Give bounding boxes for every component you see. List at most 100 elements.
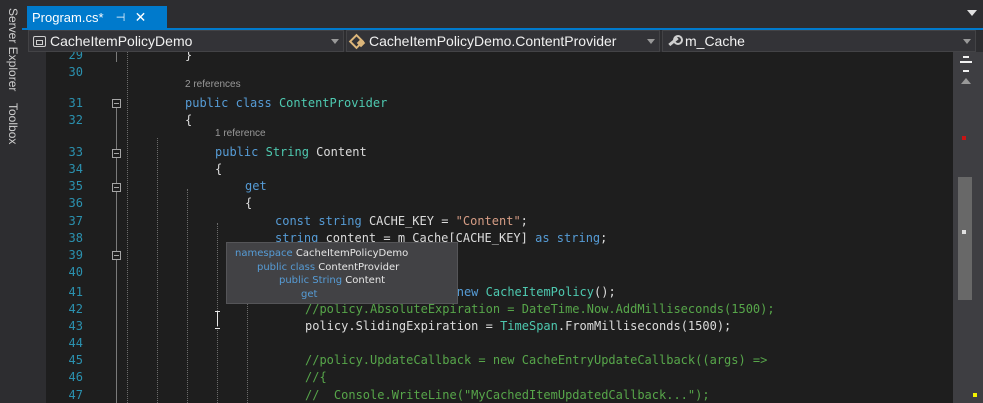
scroll-track[interactable] [956, 90, 980, 398]
code-line[interactable]: 31 2 references public class ContentProvid… [46, 79, 953, 112]
line-number: 46 [68, 370, 83, 384]
code-line[interactable]: 34 { [46, 161, 953, 178]
pin-icon[interactable]: ⊣ [114, 11, 128, 24]
code-token: new [456, 285, 479, 299]
code-line[interactable]: 40 [46, 264, 953, 281]
chevron-down-icon [647, 39, 655, 44]
code-token: string [318, 214, 362, 228]
close-icon[interactable]: ✕ [134, 9, 148, 26]
line-number: 34 [68, 162, 83, 176]
line-number: 47 [68, 388, 83, 402]
code-line[interactable]: 47 // Console.WriteLine("MyCachedItemUpda… [46, 387, 953, 403]
code-line[interactable]: 44 [46, 335, 953, 352]
indent-guide [157, 138, 158, 403]
code-token: { [185, 113, 193, 127]
server-explorer-tab[interactable]: Server Explorer [2, 8, 20, 91]
code-line[interactable]: 39 [46, 247, 953, 264]
collapse-icon[interactable] [112, 251, 121, 260]
code-line[interactable]: 30 [46, 64, 953, 81]
code-token: policy.SlidingExpiration = [305, 319, 501, 333]
line-number: 45 [68, 353, 83, 367]
code-token: { [245, 196, 253, 210]
code-token: //policy.AbsoluteExpiration = DateTime.N… [305, 302, 775, 316]
code-line[interactable]: 33 1 reference public String Content [46, 128, 953, 161]
chevron-down-icon [963, 39, 971, 44]
code-text: get [245, 178, 267, 195]
code-line[interactable]: 36 { [46, 195, 953, 212]
line-number: 33 [68, 145, 83, 159]
tab-overflow-icon[interactable] [967, 10, 977, 16]
code-text: //{ [305, 369, 327, 386]
collapse-icon[interactable] [112, 183, 121, 192]
code-line[interactable]: 43 policy.SlidingExpiration = TimeSpan.Fr… [46, 318, 953, 335]
caret-position-marker [962, 230, 966, 234]
code-token: ; [520, 214, 528, 228]
error-marker [962, 136, 966, 140]
tooltip-keyword: public String [279, 275, 343, 286]
project-dropdown-label: CacheItemPolicyDemo [50, 33, 193, 49]
code-text: //policy.UpdateCallback = new CacheEntry… [305, 352, 767, 369]
codelens-references[interactable]: 2 references [185, 79, 241, 91]
code-line[interactable]: 41 y = new CacheItemPolicy(); [46, 284, 953, 301]
code-token: TimeSpan [500, 319, 558, 333]
code-line[interactable]: 32 { [46, 112, 953, 129]
scroll-up-icon[interactable] [961, 78, 971, 84]
code-token: (); [594, 285, 616, 299]
code-line[interactable]: 45 //policy.UpdateCallback = new CacheEnt… [46, 352, 953, 369]
tab-program-cs[interactable]: Program.cs* ⊣ ✕ [27, 6, 167, 28]
code-token: CACHE_KEY = [361, 214, 456, 228]
code-token: as [535, 231, 550, 245]
line-number: 36 [68, 196, 83, 210]
code-token: ; [600, 231, 608, 245]
line-number: 30 [68, 65, 83, 79]
line-number: 32 [68, 113, 83, 127]
collapse-icon[interactable] [112, 149, 121, 158]
code-token: ContentProvider [278, 96, 388, 110]
code-text: { [215, 161, 222, 178]
code-line[interactable]: 46 //{ [46, 369, 953, 386]
code-line[interactable]: 38 string content = m_Cache[CACHE_KEY] as… [46, 230, 953, 247]
code-token: get [245, 179, 267, 193]
class-icon [351, 35, 365, 47]
code-token: //{ [305, 370, 327, 384]
line-number: 42 [68, 302, 83, 316]
chevron-down-icon [331, 39, 339, 44]
outline-line [116, 52, 117, 62]
code-token: // Console.WriteLine("MyCachedItemUpdate… [305, 388, 710, 402]
code-line[interactable]: 37 const string CACHE_KEY = "Content"; [46, 213, 953, 230]
csharp-project-icon [33, 35, 46, 47]
split-editor-icon[interactable] [960, 56, 972, 72]
code-token: const [275, 214, 312, 228]
tooltip-keyword: public class [257, 261, 316, 273]
toolbox-tab[interactable]: Toolbox [2, 103, 20, 144]
tooltip-scope-line: public class ContentProvider [235, 261, 449, 275]
tooltip-keyword: get [301, 288, 318, 300]
project-dropdown[interactable]: CacheItemPolicyDemo [28, 30, 344, 52]
tooltip-name: CacheItemPolicyDemo [292, 248, 409, 259]
codelens-references[interactable]: 1 reference [215, 128, 266, 140]
code-line[interactable]: 42 //policy.AbsoluteExpiration = DateTime… [46, 301, 953, 318]
code-token: Content [308, 145, 367, 159]
navigation-bar: CacheItemPolicyDemo CacheItemPolicyDemo.… [22, 30, 983, 52]
code-text: } [185, 52, 192, 64]
field-icon [667, 35, 683, 47]
tooltip-scope-line: get [235, 288, 449, 302]
code-text: const string CACHE_KEY = "Content"; [275, 213, 528, 230]
code-token: class [235, 96, 272, 110]
class-dropdown-label: CacheItemPolicyDemo.ContentProvider [369, 33, 617, 49]
code-line[interactable]: 35 get [46, 178, 953, 195]
class-dropdown[interactable]: CacheItemPolicyDemo.ContentProvider [346, 30, 660, 52]
code-text: { [185, 112, 192, 129]
code-line[interactable]: 29} [46, 52, 953, 64]
collapse-icon[interactable] [112, 99, 121, 108]
member-dropdown[interactable]: m_Cache [662, 30, 976, 52]
tooltip-scope-line: public String Content [235, 274, 449, 288]
scroll-thumb[interactable] [958, 177, 972, 300]
indent-guide [187, 189, 188, 403]
vertical-scrollbar[interactable] [953, 52, 983, 403]
code-editor[interactable]: 29} 30 31 2 references public class ContentP… [46, 52, 953, 403]
